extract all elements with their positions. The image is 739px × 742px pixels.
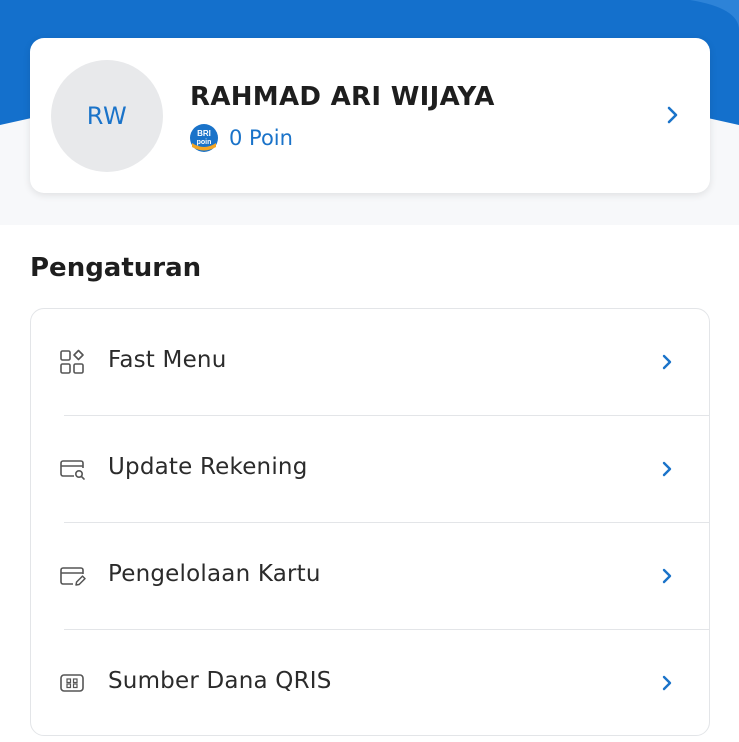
menu-item-update-rekening[interactable]: Update Rekening (31, 416, 709, 522)
avatar-initials: RW (86, 102, 128, 130)
chevron-right-icon (662, 675, 672, 691)
menu-item-label: Pengelolaan Kartu (108, 561, 321, 587)
chevron-right-icon (662, 461, 672, 477)
menu-item-label: Sumber Dana QRIS (108, 668, 332, 694)
chevron-right-icon (662, 568, 672, 584)
grid-icon (60, 349, 84, 374)
chevron-right-icon (662, 354, 672, 370)
points-row: BRI poin 0 Poin (189, 123, 293, 153)
profile-name: RAHMAD ARI WIJAYA (190, 82, 495, 112)
chevron-right-icon (667, 106, 678, 124)
bri-poin-icon: BRI poin (190, 124, 218, 152)
menu-item-fast-menu[interactable]: Fast Menu (31, 309, 709, 415)
avatar: RW (51, 60, 163, 172)
qris-icon (60, 674, 84, 692)
settings-list: Fast Menu Update Rekening Pengelolaan Ka… (30, 308, 710, 736)
card-search-icon (60, 460, 85, 480)
card-edit-icon (60, 567, 86, 586)
svg-text:BRI: BRI (197, 129, 211, 138)
menu-item-label: Fast Menu (108, 347, 227, 373)
profile-card[interactable]: RW RAHMAD ARI WIJAYA BRI poin 0 Poin (30, 38, 710, 193)
section-title: Pengaturan (30, 253, 202, 283)
menu-item-pengelolaan-kartu[interactable]: Pengelolaan Kartu (31, 523, 709, 629)
menu-item-sumber-dana-qris[interactable]: Sumber Dana QRIS (31, 630, 709, 735)
svg-text:poin: poin (197, 139, 212, 146)
menu-item-label: Update Rekening (108, 454, 308, 480)
points-value: 0 Poin (229, 126, 293, 150)
